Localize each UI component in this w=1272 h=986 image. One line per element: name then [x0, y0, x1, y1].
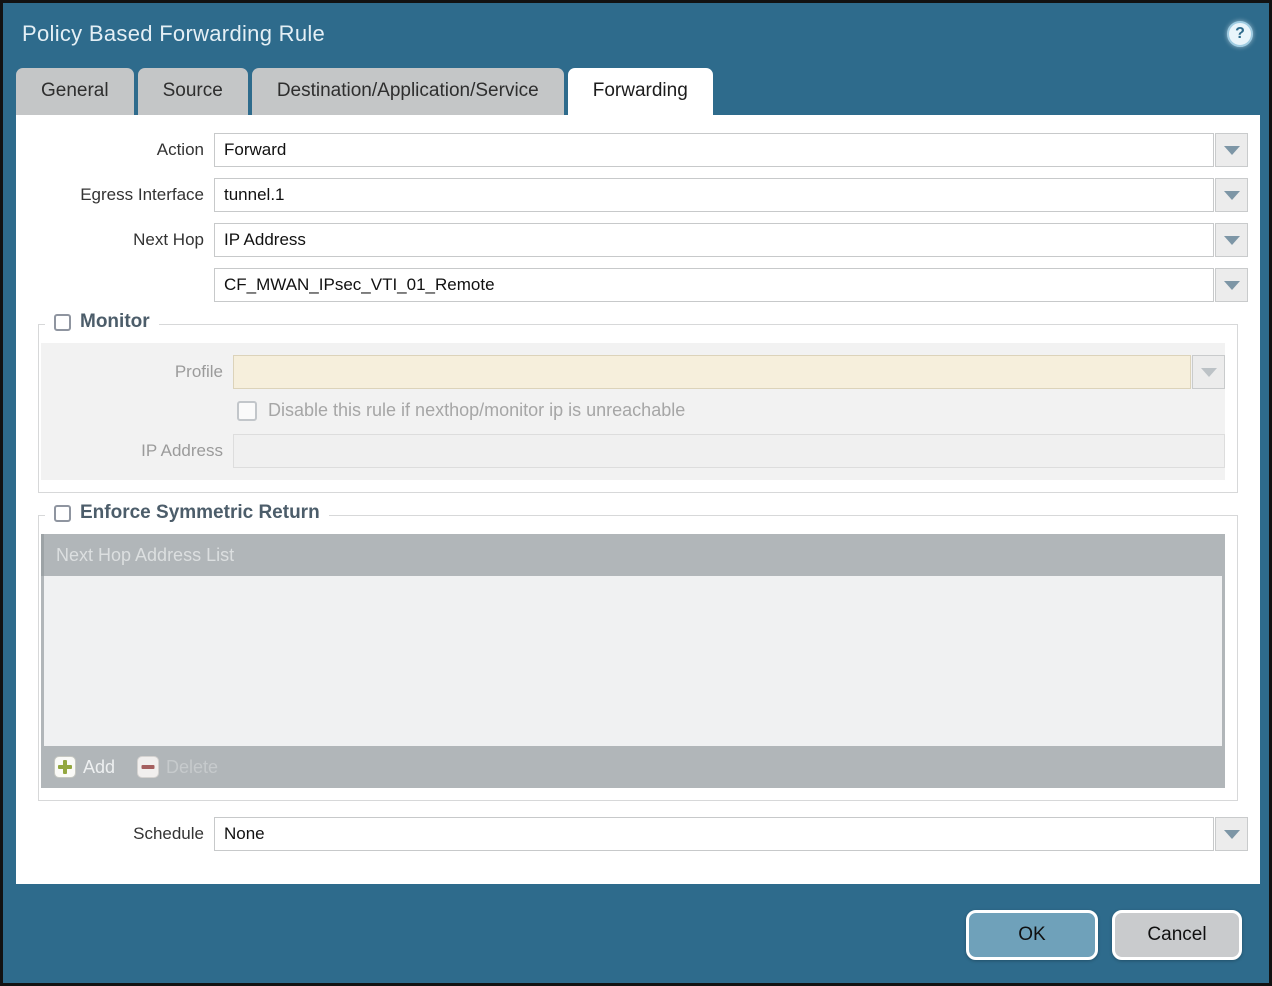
action-dropdown-button[interactable] [1215, 133, 1248, 167]
next-hop-address-select[interactable]: CF_MWAN_IPsec_VTI_01_Remote [214, 268, 1214, 302]
chevron-down-icon [1201, 368, 1217, 377]
egress-interface-label: Egress Interface [16, 185, 214, 205]
next-hop-type-select[interactable]: IP Address [214, 223, 1214, 257]
profile-row: Profile [41, 355, 1225, 389]
schedule-select[interactable]: None [214, 817, 1214, 851]
profile-select-disabled [233, 355, 1191, 389]
monitor-ip-address-label: IP Address [41, 441, 233, 461]
chevron-down-icon [1224, 281, 1240, 290]
chevron-down-icon [1224, 191, 1240, 200]
disable-rule-row: Disable this rule if nexthop/monitor ip … [237, 400, 1225, 421]
monitor-ip-address-row: IP Address [41, 434, 1225, 468]
schedule-row: Schedule None [16, 817, 1248, 851]
dialog-title: Policy Based Forwarding Rule [22, 21, 325, 47]
schedule-dropdown-button[interactable] [1215, 817, 1248, 851]
profile-dropdown-button-disabled [1192, 355, 1225, 389]
next-hop-row: Next Hop IP Address [16, 223, 1248, 257]
add-button[interactable]: Add [54, 756, 115, 778]
action-label: Action [16, 140, 214, 160]
symmetric-return-legend: Enforce Symmetric Return [45, 502, 329, 524]
chevron-down-icon [1224, 830, 1240, 839]
tab-forwarding[interactable]: Forwarding [568, 68, 713, 115]
symmetric-return-checkbox[interactable] [54, 505, 71, 522]
table-header-label: Next Hop Address List [56, 545, 234, 566]
symmetric-return-section: Enforce Symmetric Return Next Hop Addres… [38, 515, 1238, 801]
minus-icon [137, 756, 159, 778]
monitor-panel: Profile Disable this rule if nexthop/mon… [41, 343, 1225, 480]
next-hop-address-row: CF_MWAN_IPsec_VTI_01_Remote [16, 268, 1248, 302]
action-select[interactable]: Forward [214, 133, 1214, 167]
add-button-label: Add [83, 757, 115, 778]
cancel-button[interactable]: Cancel [1112, 910, 1242, 960]
egress-interface-dropdown-button[interactable] [1215, 178, 1248, 212]
egress-interface-row: Egress Interface tunnel.1 [16, 178, 1248, 212]
table-body-empty [44, 576, 1222, 746]
monitor-ip-address-input-disabled [233, 434, 1225, 468]
action-row: Action Forward [16, 133, 1248, 167]
tab-destination-application-service[interactable]: Destination/Application/Service [252, 68, 564, 115]
egress-interface-select[interactable]: tunnel.1 [214, 178, 1214, 212]
dialog-titlebar: Policy Based Forwarding Rule ? [3, 3, 1269, 65]
disable-rule-label: Disable this rule if nexthop/monitor ip … [268, 400, 685, 421]
table-header: Next Hop Address List [41, 534, 1225, 576]
ok-button[interactable]: OK [966, 910, 1098, 960]
next-hop-label: Next Hop [16, 230, 214, 250]
tab-source[interactable]: Source [138, 68, 248, 115]
plus-icon [54, 756, 76, 778]
delete-button[interactable]: Delete [137, 756, 218, 778]
next-hop-address-list-table: Next Hop Address List Add Delete [41, 534, 1225, 788]
monitor-legend: Monitor [45, 311, 159, 333]
tab-bar: General Source Destination/Application/S… [3, 65, 1269, 115]
monitor-legend-label: Monitor [80, 311, 150, 333]
monitor-section: Monitor Profile Disable this rule if nex… [38, 324, 1238, 493]
next-hop-address-dropdown-button[interactable] [1215, 268, 1248, 302]
chevron-down-icon [1224, 146, 1240, 155]
symmetric-return-legend-label: Enforce Symmetric Return [80, 502, 320, 524]
disable-rule-checkbox-disabled [237, 401, 257, 421]
dialog-footer: OK Cancel [3, 884, 1269, 983]
monitor-checkbox[interactable] [54, 314, 71, 331]
chevron-down-icon [1224, 236, 1240, 245]
help-icon[interactable]: ? [1227, 21, 1253, 47]
pbf-rule-dialog: Policy Based Forwarding Rule ? General S… [0, 0, 1272, 986]
profile-label: Profile [41, 362, 233, 382]
schedule-label: Schedule [16, 824, 214, 844]
table-footer: Add Delete [41, 746, 1225, 788]
forwarding-tab-panel: Action Forward Egress Interface tunnel.1… [16, 115, 1260, 884]
next-hop-type-dropdown-button[interactable] [1215, 223, 1248, 257]
tab-general[interactable]: General [16, 68, 134, 115]
delete-button-label: Delete [166, 757, 218, 778]
